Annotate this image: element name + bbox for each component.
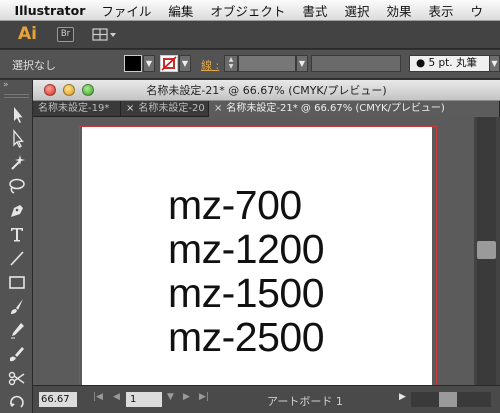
tab-close-icon[interactable]: × — [214, 103, 222, 114]
artboard-text-line[interactable]: mz-2500 — [168, 315, 325, 359]
type-tool-icon[interactable] — [6, 224, 28, 245]
scissors-tool-icon[interactable] — [6, 368, 28, 389]
canvas-area[interactable]: mz-700 mz-1200 mz-1500 mz-2500 — [33, 117, 474, 385]
artboard-text-line[interactable]: mz-700 — [168, 183, 302, 227]
menu-effect[interactable]: 効果 — [386, 1, 411, 20]
pen-tool-icon[interactable] — [6, 200, 28, 221]
artboard-text-line[interactable]: mz-1200 — [168, 227, 325, 271]
fill-color-swatch[interactable] — [124, 55, 142, 72]
tab-document-21[interactable]: × 名称未設定-21* @ 66.67% (CMYK/プレビュー) — [209, 101, 500, 117]
menu-object[interactable]: オブジェクト — [210, 1, 285, 20]
close-window-button[interactable] — [44, 84, 56, 96]
vertical-scrollbar[interactable] — [474, 117, 500, 385]
tab-label: 名称未設定-19* — [38, 103, 110, 114]
magic-wand-tool-icon[interactable] — [6, 152, 28, 173]
artboard-text-line[interactable]: mz-1500 — [168, 271, 325, 315]
menu-view[interactable]: 表示 — [428, 1, 453, 20]
status-artboard-name[interactable]: アートボード 1 — [267, 393, 343, 409]
rotate-tool-icon[interactable] — [6, 392, 28, 413]
scroll-thumb[interactable] — [439, 392, 457, 407]
menu-bar: Illustrator ファイル 編集 オブジェクト 書式 選択 効果 表示 ウ — [0, 0, 500, 21]
menu-select[interactable]: 選択 — [344, 1, 369, 20]
menu-type[interactable]: 書式 — [302, 1, 327, 20]
panel-grip[interactable] — [4, 94, 29, 98]
horizontal-scrollbar[interactable] — [411, 392, 491, 407]
document-status-bar: 66.67 |◀ ◀ 1 ▼ ▶ ▶| アートボード 1 ▶ — [33, 385, 500, 413]
tab-label: 名称未設定-20 — [138, 103, 205, 114]
lasso-tool-icon[interactable] — [6, 176, 28, 197]
tab-close-icon[interactable]: × — [126, 103, 134, 114]
scroll-thumb[interactable] — [477, 241, 496, 259]
stroke-weight-input[interactable] — [238, 55, 296, 72]
zoom-level-field[interactable]: 66.67 — [39, 392, 77, 407]
tab-label: 名称未設定-21* @ 66.67% (CMYK/プレビュー) — [226, 103, 445, 114]
artboard[interactable]: mz-700 mz-1200 mz-1500 mz-2500 — [82, 127, 432, 385]
next-artboard-icon[interactable]: ▶ — [183, 392, 190, 402]
direct-selection-tool-icon[interactable] — [6, 128, 28, 149]
menu-window[interactable]: ウ — [470, 1, 483, 20]
control-bar: 選択なし ▼ ▼ 線 : ▲ ▼ ▼ ● 5 pt. 丸筆 ▼ — [0, 50, 500, 79]
menu-file[interactable]: ファイル — [101, 1, 151, 20]
status-menu-arrow-icon[interactable]: ▶ — [399, 392, 406, 402]
blob-brush-tool-icon[interactable] — [6, 344, 28, 365]
artboard-dropdown-icon[interactable]: ▼ — [167, 392, 174, 402]
document-window: 名称未設定-21* @ 66.67% (CMYK/プレビュー) 名称未設定-19… — [33, 80, 500, 413]
selection-status: 選択なし — [12, 59, 56, 72]
tools-panel: » — [0, 80, 33, 413]
document-title: 名称未設定-21* @ 66.67% (CMYK/プレビュー) — [146, 84, 387, 97]
tab-document-19[interactable]: 名称未設定-19* — [33, 101, 121, 117]
minimize-window-button[interactable] — [63, 84, 75, 96]
arrange-documents-icon[interactable] — [92, 27, 118, 43]
document-tab-bar: 名称未設定-19* × 名称未設定-20 × 名称未設定-21* @ 66.67% … — [33, 101, 500, 117]
previous-artboard-icon[interactable]: ◀ — [113, 392, 120, 402]
stroke-weight-dropdown-icon[interactable]: ▼ — [296, 55, 308, 72]
last-artboard-icon[interactable]: ▶| — [199, 392, 209, 402]
bridge-button[interactable]: Br — [57, 27, 74, 42]
selection-tool-icon[interactable] — [6, 104, 28, 125]
pencil-tool-icon[interactable] — [6, 320, 28, 341]
collapse-panel-icon[interactable]: » — [3, 80, 9, 90]
paintbrush-tool-icon[interactable] — [6, 296, 28, 317]
artboard-number-field[interactable]: 1 — [126, 392, 162, 407]
stroke-label-link[interactable]: 線 : — [201, 57, 219, 73]
brush-dropdown-icon[interactable]: ▼ — [489, 55, 500, 72]
line-segment-tool-icon[interactable] — [6, 248, 28, 269]
fill-dropdown-icon[interactable]: ▼ — [143, 55, 155, 72]
no-stroke-icon — [161, 56, 177, 71]
application-bar: Ai Br — [0, 21, 500, 49]
illustrator-logo: Ai — [18, 24, 37, 44]
document-title-bar[interactable]: 名称未設定-21* @ 66.67% (CMYK/プレビュー) — [33, 80, 500, 101]
app-menu[interactable]: Illustrator — [15, 3, 86, 18]
stroke-dropdown-icon[interactable]: ▼ — [179, 55, 191, 72]
variable-width-profile-select[interactable] — [311, 55, 401, 72]
stroke-color-swatch[interactable] — [160, 55, 178, 72]
menu-edit[interactable]: 編集 — [168, 1, 193, 20]
zoom-window-button[interactable] — [82, 84, 94, 96]
rectangle-tool-icon[interactable] — [6, 272, 28, 293]
stroke-weight-stepper[interactable]: ▲ ▼ — [224, 55, 238, 72]
brush-definition-select[interactable]: ● 5 pt. 丸筆 — [409, 55, 490, 72]
tab-document-20[interactable]: × 名称未設定-20 — [121, 101, 209, 117]
first-artboard-icon[interactable]: |◀ — [93, 392, 103, 402]
